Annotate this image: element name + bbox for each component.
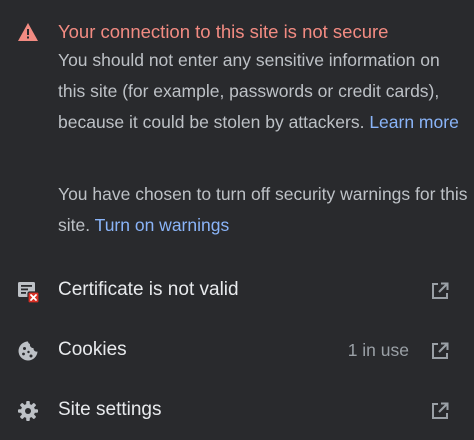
site-settings-row[interactable]: Site settings	[0, 384, 474, 436]
cookies-label: Cookies	[58, 339, 127, 360]
gear-icon	[18, 401, 38, 421]
cookies-in-use-count: 1 in use	[347, 340, 409, 360]
cookies-row[interactable]: Cookies 1 in use	[0, 324, 474, 376]
open-external-icon[interactable]	[430, 401, 450, 421]
certificate-row[interactable]: Certificate is not valid	[0, 264, 474, 316]
security-description: You should not enter any sensitive infor…	[58, 45, 468, 138]
warning-triangle-icon	[18, 23, 38, 41]
site-info-popup: Your connection to this site is not secu…	[0, 0, 474, 440]
open-external-icon[interactable]	[430, 281, 450, 301]
cookie-icon	[18, 341, 38, 361]
connection-warning-title: Your connection to this site is not secu…	[58, 21, 389, 42]
certificate-error-icon	[18, 282, 40, 303]
warnings-disabled-notice: You have chosen to turn off security war…	[58, 179, 468, 241]
learn-more-link[interactable]: Learn more	[369, 112, 459, 132]
site-settings-label: Site settings	[58, 399, 162, 420]
open-external-icon[interactable]	[430, 341, 450, 361]
turn-on-warnings-link[interactable]: Turn on warnings	[95, 215, 230, 235]
certificate-label: Certificate is not valid	[58, 279, 239, 300]
